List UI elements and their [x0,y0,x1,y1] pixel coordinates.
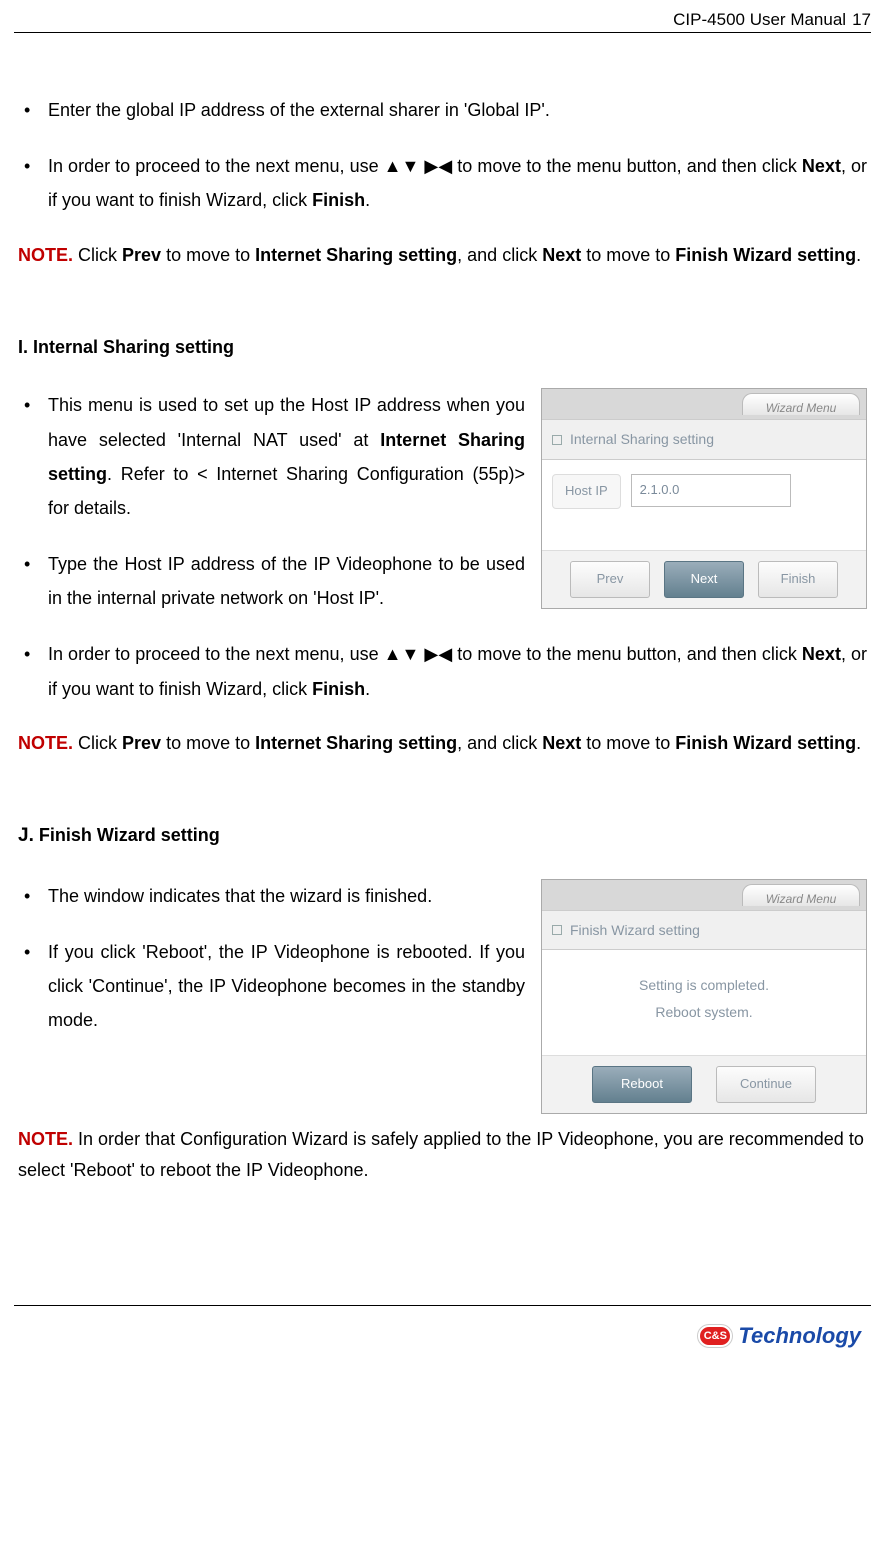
finish-button[interactable]: Finish [758,561,838,598]
prev-button[interactable]: Prev [570,561,650,598]
wizard-finish-figure: Wizard Menu Finish Wizard setting Settin… [541,879,867,1114]
wizard-title: Internal Sharing setting [570,426,714,453]
doc-title: CIP-4500 User Manual [673,10,846,30]
reboot-button[interactable]: Reboot [592,1066,692,1103]
section-j-heading: J. Finish Wizard setting [18,818,867,854]
logo-badge-icon: C&S [698,1325,732,1347]
section-j-bullet-2: If you click 'Reboot', the IP Videophone… [18,935,538,1038]
wizard-tab-label: Wizard Menu [742,393,860,415]
wizard-tab-label: Wizard Menu [742,884,860,906]
finish-msg-line1: Setting is completed. [552,972,856,999]
section-i-bullet-3: In order to proceed to the next menu, us… [18,637,867,705]
section-j-bullet-1: The window indicates that the wizard is … [18,879,538,913]
section-j-note: NOTE. In order that Configuration Wizard… [18,1124,867,1185]
square-icon [552,435,562,445]
host-ip-input[interactable]: 2.1.0.0 [631,474,791,507]
note-text: In order that Configuration Wizard is sa… [18,1129,864,1180]
continue-button[interactable]: Continue [716,1066,816,1103]
note-text: Click Prev to move to Internet Sharing s… [78,733,861,753]
section-i-heading: I. Internal Sharing setting [18,330,867,364]
section-i-bullet-2: Type the Host IP address of the IP Video… [18,547,538,615]
next-button[interactable]: Next [664,561,744,598]
note-label: NOTE. [18,1129,73,1149]
page-number: 17 [852,10,871,30]
section-i-note: NOTE. Click Prev to move to Internet Sha… [18,728,867,759]
wizard-title: Finish Wizard setting [570,917,700,944]
finish-msg-line2: Reboot system. [552,999,856,1026]
note-label: NOTE. [18,245,73,265]
intro-bullet-1: Enter the global IP address of the exter… [18,93,867,127]
footer-logo: C&S Technology [698,1323,861,1349]
note-text: Click Prev to move to Internet Sharing s… [78,245,861,265]
intro-bullet-2: In order to proceed to the next menu, us… [18,149,867,217]
host-ip-label: Host IP [552,474,621,509]
wizard-internal-sharing-figure: Wizard Menu Internal Sharing setting Hos… [541,388,867,608]
logo-text: Technology [738,1323,861,1349]
intro-note: NOTE. Click Prev to move to Internet Sha… [18,240,867,271]
note-label: NOTE. [18,733,73,753]
square-icon [552,925,562,935]
section-i-bullet-1: This menu is used to set up the Host IP … [18,388,538,525]
